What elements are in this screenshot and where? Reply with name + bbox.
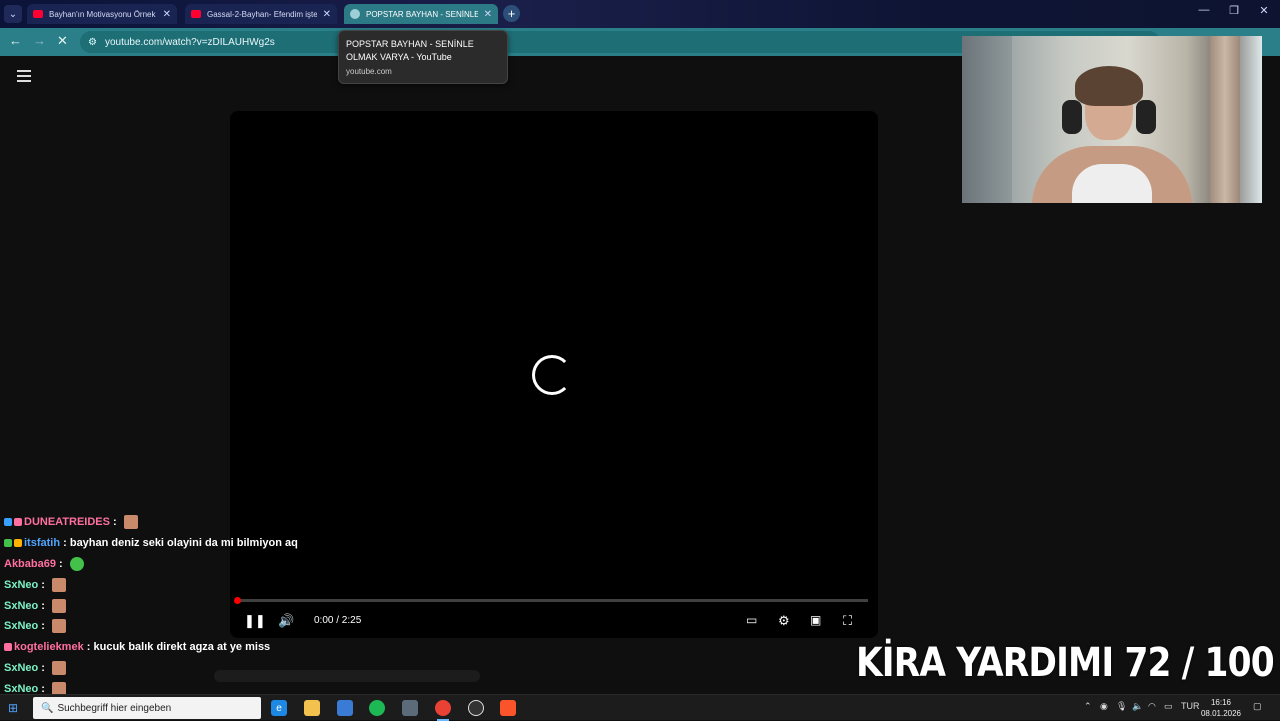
chat-username: SxNeo [4, 599, 39, 612]
start-windows-icon[interactable]: ⊞ [8, 701, 18, 715]
obs-icon[interactable] [468, 700, 484, 716]
chat-separator: : [60, 537, 70, 550]
calculator-icon[interactable] [402, 700, 418, 716]
forward-arrow-icon[interactable]: → [33, 33, 46, 48]
tab-3-active[interactable]: POPSTAR BAYHAN - SENİNLE O ✕ [344, 4, 498, 24]
chat-message: SxNeo : [4, 595, 364, 616]
chat-separator: : [83, 641, 94, 654]
chat-badge-icon [14, 539, 22, 548]
chat-username: SxNeo [4, 682, 39, 695]
rent-goal-banner: KİRA YARDIMI 72 / 100 [856, 640, 1275, 686]
close-icon[interactable]: ✕ [163, 9, 171, 20]
globe-icon [350, 9, 360, 19]
wifi-icon[interactable]: ◠ [1148, 701, 1156, 712]
speaker-icon[interactable]: 🔈 [1132, 701, 1143, 712]
file-explorer-icon[interactable] [304, 700, 320, 716]
minimize-icon[interactable]: — [1190, 4, 1218, 16]
chat-emote-icon [52, 660, 67, 675]
chat-separator: : [55, 557, 66, 570]
chat-separator: : [38, 661, 49, 674]
edge-icon[interactable]: e [271, 700, 287, 716]
tooltip-title: POPSTAR BAYHAN - SENİNLE OLMAK VARYA - Y… [346, 39, 474, 62]
search-icon: 🔍 [41, 702, 54, 714]
chat-emote-icon [52, 598, 67, 613]
tab-title: Gassal-2-Bayhan- Efendim işte [207, 9, 317, 19]
restore-icon[interactable]: ❐ [1220, 4, 1248, 17]
close-window-icon[interactable]: ✕ [1250, 4, 1278, 17]
stop-loading-icon[interactable]: ✕ [57, 33, 68, 49]
chat-badge-icon [4, 539, 12, 548]
tab-search-chevron-icon[interactable]: ⌄ [4, 5, 22, 23]
store-icon[interactable] [337, 700, 353, 716]
tab-2[interactable]: Gassal-2-Bayhan- Efendim işte ✕ [185, 4, 337, 24]
notifications-icon[interactable]: ▢ [1253, 701, 1262, 712]
tab-strip: ⌄ Bayhan'ın Motivasyonu Örnek ✕ Gassal-2… [0, 0, 1280, 28]
chat-badge-icon [14, 518, 22, 527]
chat-separator: : [38, 682, 49, 695]
clock-date: 08.01.2026 [1200, 709, 1242, 718]
chat-username: SxNeo [4, 620, 39, 633]
system-clock[interactable]: 16:16 08.01.2026 [1196, 697, 1246, 719]
chat-username: Akbaba69 [4, 557, 56, 570]
chat-username: DUNEATREIDES [24, 516, 110, 529]
chrome-icon[interactable] [435, 700, 451, 721]
tab-hover-tooltip: POPSTAR BAYHAN - SENİNLE OLMAK VARYA - Y… [338, 30, 508, 84]
chat-message: SxNeo : [4, 616, 364, 637]
chat-text: kucuk balık direkt agza at ye miss [93, 641, 271, 654]
theater-mode-icon[interactable]: ▣ [810, 613, 821, 627]
chat-separator: : [38, 620, 49, 633]
chat-badge-icon [4, 518, 12, 527]
new-tab-button[interactable]: + [503, 5, 520, 22]
tab-title: Bayhan'ın Motivasyonu Örnek [49, 9, 156, 19]
subtitles-icon[interactable]: ▭ [746, 613, 757, 627]
chevron-up-icon[interactable]: ⌃ [1084, 701, 1092, 712]
chat-separator: : [38, 578, 49, 591]
chat-message: kogteliekmek : kucuk balık direkt agza a… [4, 637, 364, 658]
chat-message: SxNeo : [4, 658, 364, 679]
chat-message: DUNEATREIDES : [4, 512, 364, 533]
chat-separator: : [109, 516, 120, 529]
chat-badge-icon [4, 643, 12, 652]
tab-1[interactable]: Bayhan'ın Motivasyonu Örnek ✕ [27, 4, 177, 24]
close-icon[interactable]: ✕ [484, 9, 492, 20]
chat-message: itsfatih : bayhan deniz seki olayini da … [4, 533, 364, 554]
chat-emote-icon [69, 556, 84, 571]
youtube-icon [33, 10, 43, 18]
back-arrow-icon[interactable]: ← [9, 33, 22, 48]
fullscreen-icon[interactable]: ⛶ [843, 613, 852, 629]
windows-taskbar: ⊞ 🔍 Suchbegriff hier eingeben e ⌃ ◉ 🎙 🔈 … [0, 694, 1280, 721]
brave-icon[interactable] [500, 700, 516, 716]
record-icon[interactable]: ◉ [1100, 701, 1108, 712]
chat-emote-icon [52, 577, 67, 592]
spotify-icon[interactable] [369, 700, 385, 716]
loading-spinner-icon [532, 355, 572, 395]
chat-username: itsfatih [24, 537, 61, 550]
webcam-overlay [962, 36, 1262, 203]
site-info-icon[interactable]: ⚙ [88, 37, 97, 48]
tab-title: POPSTAR BAYHAN - SENİNLE O [366, 9, 478, 19]
chat-username: SxNeo [4, 578, 39, 591]
chat-username: kogteliekmek [14, 641, 84, 654]
battery-icon[interactable]: ▭ [1164, 701, 1173, 712]
taskbar-search[interactable]: 🔍 Suchbegriff hier eingeben [33, 697, 261, 719]
search-placeholder: Suchbegriff hier eingeben [57, 702, 172, 714]
stream-chat-overlay: DUNEATREIDES : itsfatih : bayhan deniz s… [4, 512, 364, 699]
chat-emote-icon [123, 515, 138, 530]
url-text: youtube.com/watch?v=zDILAUHWg2s [104, 36, 275, 48]
chat-emote-icon [52, 619, 67, 634]
menu-icon[interactable] [17, 70, 31, 82]
chat-message: Akbaba69 : [4, 554, 364, 575]
chat-username: SxNeo [4, 661, 39, 674]
tooltip-domain: youtube.com [346, 67, 392, 76]
chat-message: SxNeo : [4, 574, 364, 595]
chat-separator: : [38, 599, 49, 612]
settings-gear-icon[interactable]: ⚙ [778, 613, 790, 629]
chat-text: bayhan deniz seki olayini da mi bilmiyon… [69, 537, 298, 550]
close-icon[interactable]: ✕ [323, 9, 331, 20]
clock-time: 16:16 [1210, 698, 1232, 707]
microphone-icon[interactable]: 🎙 [1116, 701, 1127, 712]
youtube-icon [191, 10, 201, 18]
